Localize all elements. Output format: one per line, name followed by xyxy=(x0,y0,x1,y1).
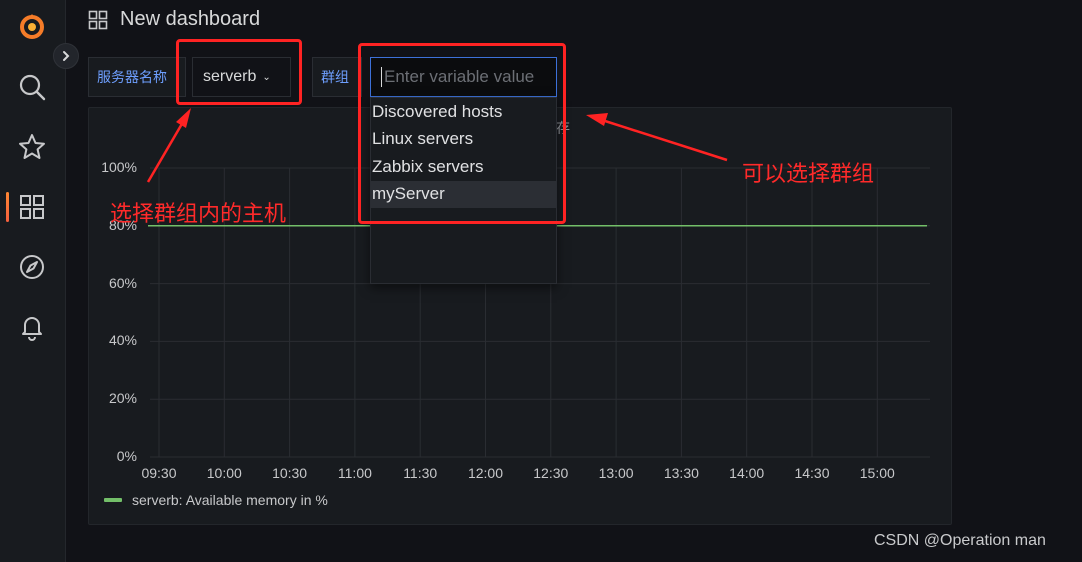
arrow-to-group-dropdown xyxy=(586,113,728,162)
grafana-app: New dashboard 服务器名称 serverb ⌄ 群组 存 100% 8… xyxy=(0,0,1082,562)
annotation-arrows xyxy=(146,108,728,183)
annotation-right-note: 可以选择群组 xyxy=(742,162,875,187)
annotation-left-note: 选择群组内的主机 xyxy=(110,202,287,227)
arrow-to-server-select xyxy=(146,108,191,183)
watermark: CSDN @Operation man xyxy=(874,532,1046,549)
